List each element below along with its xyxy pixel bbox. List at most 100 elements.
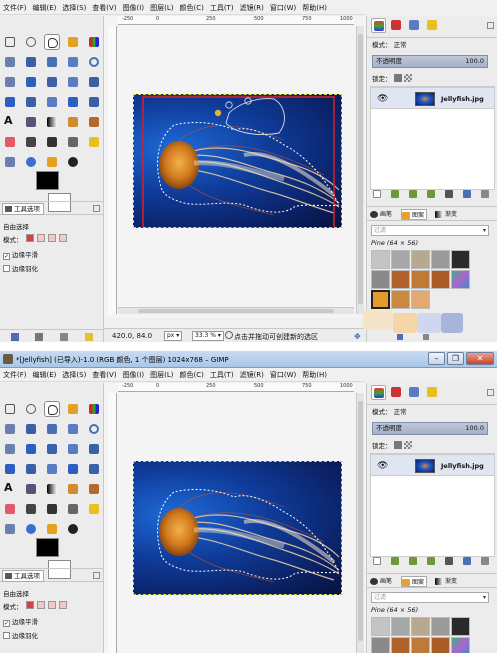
airbrush-tool[interactable] bbox=[23, 501, 39, 517]
duplicate-layer-icon[interactable] bbox=[427, 557, 435, 565]
rect-select-tool[interactable] bbox=[2, 34, 18, 50]
clone-tool[interactable] bbox=[65, 501, 81, 517]
pattern-filter-input[interactable]: 过滤 ▾ bbox=[371, 225, 489, 236]
feather-option[interactable]: 边缘羽化 bbox=[3, 263, 38, 273]
raise-layer-icon[interactable] bbox=[391, 190, 399, 198]
mask-layer-icon[interactable] bbox=[463, 557, 471, 565]
gradients-tab[interactable]: 渐变 bbox=[435, 576, 457, 587]
channels-tab-icon[interactable] bbox=[389, 18, 404, 33]
filter-dropdown-icon[interactable]: ▾ bbox=[483, 593, 486, 602]
paths-tool[interactable] bbox=[44, 421, 60, 437]
ellipse-select-tool[interactable] bbox=[23, 34, 39, 50]
paths-tab-icon[interactable] bbox=[407, 18, 422, 33]
align-tool[interactable] bbox=[44, 441, 60, 457]
foreground-select-tool[interactable] bbox=[23, 421, 39, 437]
layer-row[interactable]: 👁 Jellyfish.jpg bbox=[370, 87, 495, 109]
pattern-cell[interactable] bbox=[411, 617, 430, 636]
undo-tab-icon[interactable] bbox=[425, 18, 440, 33]
zoom-select[interactable]: 33.3 % ▾ bbox=[192, 331, 224, 341]
scissors-tool[interactable] bbox=[2, 421, 18, 437]
free-select-tool[interactable] bbox=[44, 34, 60, 50]
dock-menu-icon[interactable] bbox=[487, 389, 494, 396]
perspective-clone-tool[interactable] bbox=[2, 521, 18, 537]
close-button[interactable]: ✕ bbox=[466, 352, 494, 365]
crop-tool[interactable] bbox=[65, 441, 81, 457]
ellipse-select-tool[interactable] bbox=[23, 401, 39, 417]
color-select-tool[interactable] bbox=[86, 401, 102, 417]
filter-dropdown-icon[interactable]: ▾ bbox=[483, 226, 486, 235]
perspective-tool[interactable] bbox=[44, 461, 60, 477]
pattern-cell[interactable] bbox=[391, 617, 410, 636]
color-picker-tool[interactable] bbox=[65, 54, 81, 70]
save-options-icon[interactable] bbox=[11, 333, 19, 341]
horizontal-scrollbar[interactable] bbox=[118, 307, 354, 314]
free-select-tool[interactable] bbox=[44, 401, 60, 417]
pattern-cell[interactable] bbox=[431, 617, 450, 636]
layers-tab-icon[interactable] bbox=[371, 385, 386, 400]
menu-select[interactable]: 选择(S) bbox=[59, 2, 89, 15]
flip-tool[interactable] bbox=[65, 94, 81, 110]
menu-view[interactable]: 查看(V) bbox=[89, 2, 119, 15]
menu-colors[interactable]: 颜色(C) bbox=[176, 369, 206, 382]
patterns-tab[interactable]: 图案 bbox=[401, 576, 428, 587]
channels-tab-icon[interactable] bbox=[389, 385, 404, 400]
lock-alpha-icon[interactable] bbox=[403, 441, 412, 449]
new-layer-icon[interactable] bbox=[373, 190, 381, 198]
pattern-cell[interactable] bbox=[451, 617, 470, 636]
pattern-cell[interactable] bbox=[371, 617, 390, 636]
opacity-slider[interactable]: 不透明度 100.0 bbox=[372, 55, 488, 68]
mode-subtract-icon[interactable] bbox=[48, 234, 56, 242]
mode-subtract-icon[interactable] bbox=[48, 601, 56, 609]
zoom-tool[interactable] bbox=[86, 54, 102, 70]
menu-help[interactable]: 帮助(H) bbox=[299, 2, 330, 15]
blur-tool[interactable] bbox=[23, 154, 39, 170]
pattern-cell[interactable] bbox=[431, 637, 450, 653]
anchor-layer-icon[interactable] bbox=[445, 557, 453, 565]
navigate-icon[interactable]: ✥ bbox=[354, 332, 361, 341]
horizontal-ruler[interactable]: -250 0 250 500 750 1000 bbox=[118, 16, 354, 25]
pattern-cell[interactable] bbox=[431, 250, 450, 269]
vertical-ruler[interactable] bbox=[108, 26, 117, 314]
rotate-tool[interactable] bbox=[86, 74, 102, 90]
pattern-cell[interactable] bbox=[411, 290, 430, 309]
blend-tool[interactable] bbox=[44, 481, 60, 497]
new-layer-icon[interactable] bbox=[373, 557, 381, 565]
antialias-option[interactable]: ✓ 边缘平滑 bbox=[3, 249, 38, 260]
menu-windows[interactable]: 窗口(W) bbox=[267, 2, 299, 15]
unit-select[interactable]: px ▾ bbox=[164, 331, 183, 341]
pattern-cell[interactable] bbox=[411, 250, 430, 269]
tab-menu-icon[interactable] bbox=[93, 205, 100, 212]
tool-options-tab[interactable]: 工具选项 bbox=[2, 203, 44, 215]
pattern-cell[interactable] bbox=[411, 637, 430, 653]
pattern-cell[interactable] bbox=[391, 290, 410, 309]
bucket-fill-tool[interactable] bbox=[23, 481, 39, 497]
layer-row[interactable]: 👁 Jellyfish.jpg bbox=[370, 454, 495, 476]
lower-layer-icon[interactable] bbox=[409, 557, 417, 565]
menu-view[interactable]: 查看(V) bbox=[89, 369, 119, 382]
mode-intersect-icon[interactable] bbox=[59, 234, 67, 242]
eraser-tool[interactable] bbox=[2, 134, 18, 150]
blend-tool[interactable] bbox=[44, 114, 60, 130]
layer-name[interactable]: Jellyfish.jpg bbox=[441, 95, 484, 103]
smudge-tool[interactable] bbox=[44, 521, 60, 537]
eraser-tool[interactable] bbox=[2, 501, 18, 517]
move-tool[interactable] bbox=[23, 441, 39, 457]
ink-tool[interactable] bbox=[44, 134, 60, 150]
fuzzy-select-tool[interactable] bbox=[65, 401, 81, 417]
rect-select-tool[interactable] bbox=[2, 401, 18, 417]
vertical-scrollbar[interactable] bbox=[356, 393, 364, 653]
patterns-tab[interactable]: 图案 bbox=[401, 209, 428, 220]
pencil-tool[interactable] bbox=[65, 114, 81, 130]
paintbrush-tool[interactable] bbox=[86, 481, 102, 497]
blur-tool[interactable] bbox=[23, 521, 39, 537]
pattern-cell[interactable] bbox=[371, 637, 390, 653]
antialias-option[interactable]: ✓ 边缘平滑 bbox=[3, 616, 38, 627]
delete-options-icon[interactable] bbox=[60, 333, 68, 341]
menu-image[interactable]: 图像(I) bbox=[120, 2, 148, 15]
shear-tool[interactable] bbox=[23, 94, 39, 110]
brushes-tab[interactable]: 画笔 bbox=[370, 576, 392, 587]
dodge-burn-tool[interactable] bbox=[65, 521, 81, 537]
pattern-cell[interactable] bbox=[391, 250, 410, 269]
paths-tab-icon[interactable] bbox=[407, 385, 422, 400]
vertical-scrollbar[interactable] bbox=[356, 26, 364, 314]
